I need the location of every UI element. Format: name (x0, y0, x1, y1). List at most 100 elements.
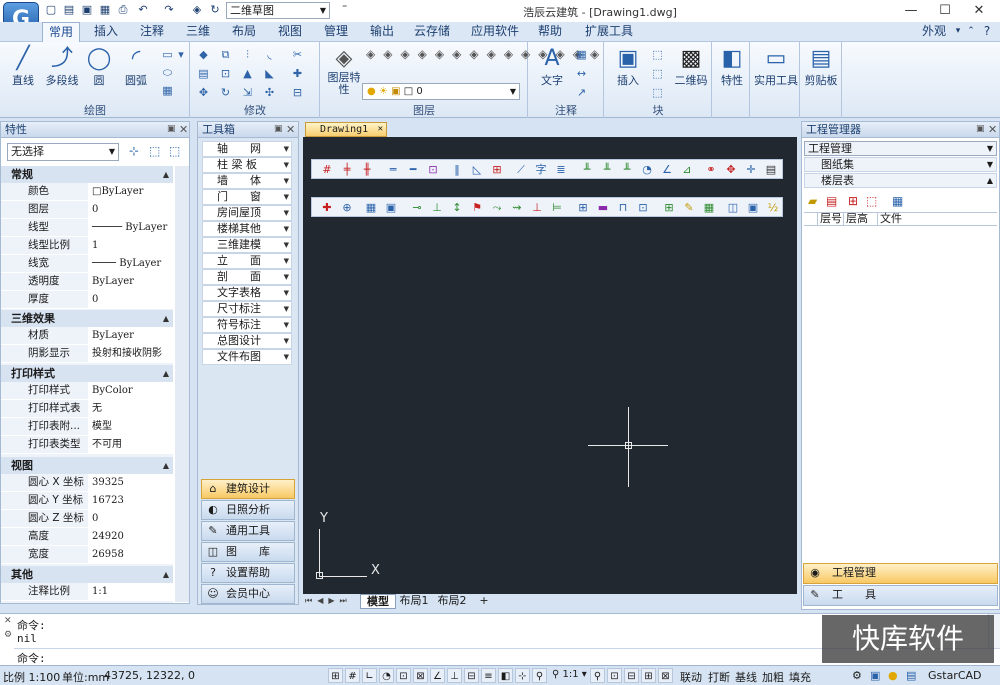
index-icon[interactable]: ⊡ (636, 201, 650, 215)
col-file[interactable]: 文件 (880, 213, 990, 225)
sheet-icon[interactable]: ▦ (702, 201, 716, 215)
toolbox-item-3d-modeling[interactable]: 三维建模 ▼ (202, 237, 292, 253)
properties-button[interactable]: ◧ 特性 (716, 46, 748, 88)
axis-label-icon[interactable]: ╫ (360, 163, 374, 177)
property-row[interactable]: 颜色 □ByLayer (1, 183, 173, 201)
property-row[interactable]: 透明度 ByLayer (1, 273, 173, 291)
lineweight-icon[interactable]: ≡ (481, 668, 496, 683)
stretch-icon[interactable]: ⇲ (240, 85, 255, 100)
toolbox-item-dimension[interactable]: 尺寸标注 ▼ (202, 301, 292, 317)
close-button[interactable]: ✕ (962, 0, 996, 22)
tab-help[interactable]: 帮助 (530, 22, 570, 42)
split-icon[interactable]: ↕ (450, 201, 464, 215)
block-attribute-icon[interactable]: ⬚ (650, 85, 665, 100)
mirror-obj-icon[interactable]: ⚭ (704, 163, 718, 177)
annotation-scale[interactable]: ⚲ 1:1 ▾ (552, 669, 587, 680)
select-area-icon[interactable]: ⬚ (866, 194, 877, 208)
save-as-icon[interactable]: ▦ (98, 3, 112, 17)
create-block-icon[interactable]: ⬚ (650, 47, 665, 62)
close-icon[interactable]: ✕ (988, 122, 997, 137)
dim-radius-icon[interactable]: ◔ (640, 163, 654, 177)
annotation-visibility-icon[interactable]: ⚲ (532, 668, 547, 683)
text-style-icon[interactable]: 字 (534, 163, 548, 177)
property-row[interactable]: 圆心 Y 坐标 16723 (1, 492, 173, 510)
property-row[interactable]: 注释比例 1:1 (1, 583, 173, 601)
utilities-button[interactable]: ▭ 实用工具 (752, 46, 800, 88)
mirror-icon[interactable]: ▲ (240, 66, 255, 81)
layout-tab-model[interactable]: 模型 (360, 594, 396, 609)
settings-icon[interactable]: ⚙ (852, 669, 862, 682)
property-row[interactable]: 阴影显示 投射和接收阴影 (1, 345, 173, 363)
pan-icon[interactable]: ✛ (744, 163, 758, 177)
tab-annotate[interactable]: 注释 (132, 22, 172, 42)
plan-icon[interactable]: ▦ (364, 201, 378, 215)
hardware-icon[interactable]: ⊞ (641, 668, 656, 683)
close-icon[interactable]: ✕ (4, 616, 12, 626)
align-icon[interactable]: ⊥ (430, 201, 444, 215)
tab-extensions[interactable]: 扩展工具 (580, 22, 638, 42)
axis-icon[interactable]: ╪ (340, 163, 354, 177)
pin-icon[interactable]: ▣ (167, 122, 176, 137)
erase-icon[interactable]: ◆ (196, 47, 211, 62)
hatch-tool-icon[interactable]: ▬ (596, 201, 610, 215)
ribbon-minimize-icon[interactable]: ⌃ (966, 22, 976, 42)
door-icon[interactable]: ⊡ (426, 163, 440, 177)
property-row[interactable]: 圆心 X 坐标 39325 (1, 474, 173, 492)
section-general[interactable]: 常规 ▲ (1, 166, 173, 183)
ortho-icon[interactable]: ∟ (362, 668, 377, 683)
selection-cycle-icon[interactable]: ⊹ (515, 668, 530, 683)
floor-table-item[interactable]: 楼层表 ▲ (804, 173, 997, 188)
drawing-canvas[interactable]: # ╪ ╫ ═ ━ ⊡ ‖ ◺ ⊞ ⟋ 字 ≣ ╨ ╨ ╨ ◔ ∠ ⊿ ⚭ ✥ … (303, 137, 797, 594)
tab-home[interactable]: 常用 (42, 22, 80, 42)
dim-icon[interactable]: ╨ (580, 163, 594, 177)
property-row[interactable]: 线型 ───── ByLayer (1, 219, 173, 237)
layout-tab-2[interactable]: 布局2 (434, 594, 470, 609)
property-row[interactable]: 打印样式表无 (1, 400, 173, 418)
pin-icon[interactable]: ▣ (976, 122, 985, 137)
layer-icon[interactable]: ◈ (190, 3, 204, 17)
line-tool-icon[interactable]: ⊸ (410, 201, 424, 215)
hatch-icon[interactable]: ▦ (160, 83, 175, 98)
scale-tool-icon[interactable]: ½ (766, 201, 780, 215)
command-prompt[interactable]: 命令: (17, 650, 46, 666)
mark-icon[interactable]: ⚑ (470, 201, 484, 215)
layer-properties-button[interactable]: ◈ 图层特性 (326, 46, 362, 96)
polar-icon[interactable]: ◔ (379, 668, 394, 683)
copy-icon[interactable]: ⧉ (218, 47, 233, 62)
help-icon[interactable]: ? (978, 22, 996, 42)
property-row[interactable]: 打印样式 ByColor (1, 382, 173, 400)
table-tool-icon[interactable]: ⊞ (662, 201, 676, 215)
property-row[interactable]: 打印表类型 不可用 (1, 436, 173, 454)
maximize-button[interactable]: ☐ (928, 0, 962, 22)
manager-tab-project[interactable]: ◉ 工程管理 (803, 563, 998, 584)
bulb-icon[interactable]: ● (888, 669, 898, 682)
explode-icon[interactable]: ✣ (262, 85, 277, 100)
select-objects-icon[interactable]: ⬚ (149, 144, 160, 158)
grid-display-icon[interactable]: # (345, 668, 360, 683)
arrow-icon[interactable]: ⇝ (510, 201, 524, 215)
auto-scale-icon[interactable]: ⚲ (590, 668, 605, 683)
toolbox-tab-library[interactable]: ◫ 图 库 (201, 542, 295, 562)
close-icon[interactable]: ✕ (286, 122, 295, 137)
ducs-icon[interactable]: ⊥ (447, 668, 462, 683)
minimize-button[interactable]: — (894, 0, 928, 22)
window-icon[interactable]: ‖ (450, 163, 464, 177)
extend-icon[interactable]: ✚ (290, 66, 305, 81)
new-icon[interactable]: ▢ (44, 3, 58, 17)
customize-icon[interactable]: ⁼ (342, 3, 347, 14)
close-icon[interactable]: ✕ (179, 122, 188, 137)
toolbox-item-column-beam[interactable]: 柱 梁 板 ▼ (202, 157, 292, 173)
layer-dropdown[interactable]: ● ☀ ▣ □ 0 ▼ (362, 83, 520, 100)
property-row[interactable]: 线型比例 1 (1, 237, 173, 255)
tab-layout[interactable]: 布局 (224, 22, 264, 42)
chamfer-icon[interactable]: ◣ (262, 66, 277, 81)
text-button[interactable]: A 文字 (536, 46, 568, 88)
dim-angle-icon[interactable]: ╨ (620, 163, 634, 177)
folder-open-icon[interactable]: ▰ (808, 194, 817, 208)
frame-icon[interactable]: ▣ (384, 201, 398, 215)
tab-3d[interactable]: 三维 (178, 22, 218, 42)
detail-icon[interactable]: ⊓ (616, 201, 630, 215)
otrack-icon[interactable]: ∠ (430, 668, 445, 683)
appearance-menu[interactable]: 外观 (918, 22, 950, 42)
print-icon[interactable]: ⎙ (116, 3, 130, 17)
